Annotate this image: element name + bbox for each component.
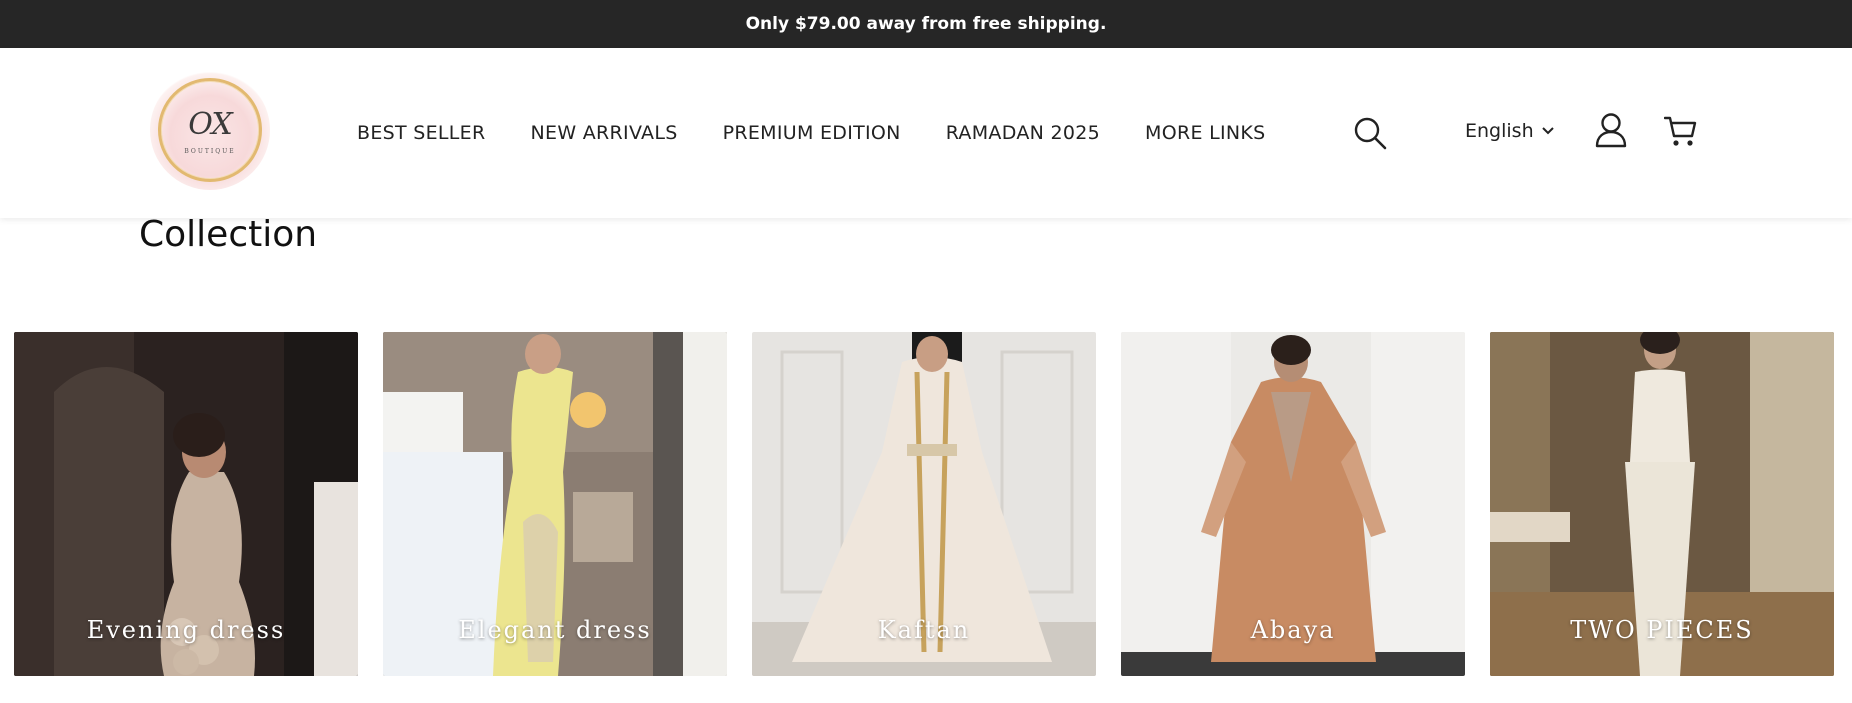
nav-ramadan-2025[interactable]: RAMADAN 2025 <box>946 122 1100 144</box>
nav-more-links[interactable]: MORE LINKS <box>1145 122 1266 144</box>
main-navigation: BEST SELLER NEW ARRIVALS PREMIUM EDITION… <box>357 48 1266 218</box>
cart-icon[interactable] <box>1664 114 1698 148</box>
site-header: OX BOUTIQUE BEST SELLER NEW ARRIVALS PRE… <box>0 48 1852 218</box>
collection-grid: Evening dress Elegant dress Kaftan Abaya… <box>14 332 1834 676</box>
nav-best-seller[interactable]: BEST SELLER <box>357 122 486 144</box>
announcement-bar: Only $79.00 away from free shipping. <box>0 0 1852 48</box>
store-logo[interactable]: OX BOUTIQUE <box>150 70 270 190</box>
collection-label: Kaftan <box>877 616 971 644</box>
chevron-down-icon <box>1541 127 1554 135</box>
language-label: English <box>1465 120 1534 142</box>
language-selector[interactable]: English <box>1465 120 1554 142</box>
nav-new-arrivals[interactable]: NEW ARRIVALS <box>531 122 678 144</box>
collection-label: Abaya <box>1250 616 1336 644</box>
collection-card-kaftan[interactable]: Kaftan <box>752 332 1096 676</box>
collection-card-two-pieces[interactable]: TWO PIECES <box>1490 332 1834 676</box>
collection-label: TWO PIECES <box>1570 616 1754 644</box>
nav-premium-edition[interactable]: PREMIUM EDITION <box>723 122 901 144</box>
search-icon[interactable] <box>1352 115 1388 151</box>
collection-label: Elegant dress <box>458 616 652 644</box>
logo-subtitle: BOUTIQUE <box>184 148 236 155</box>
announcement-text: Only $79.00 away from free shipping. <box>745 14 1107 34</box>
logo-monogram: OX <box>188 107 232 142</box>
collection-card-abaya[interactable]: Abaya <box>1121 332 1465 676</box>
collection-card-evening-dress[interactable]: Evening dress <box>14 332 358 676</box>
collection-label: Evening dress <box>86 616 286 644</box>
collection-card-elegant-dress[interactable]: Elegant dress <box>383 332 727 676</box>
user-icon[interactable] <box>1594 112 1628 148</box>
page-title: Collection <box>139 214 318 255</box>
